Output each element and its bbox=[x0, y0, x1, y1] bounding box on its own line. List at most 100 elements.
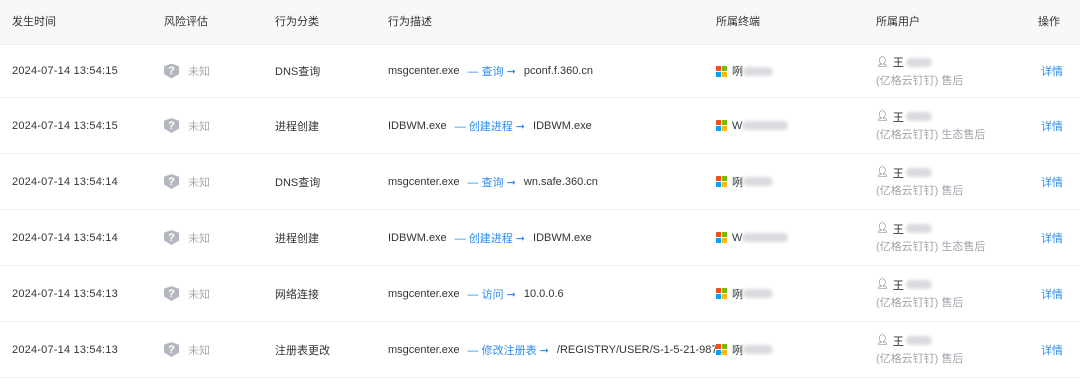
person-icon: 👤︎ bbox=[876, 56, 889, 68]
col-risk-header[interactable]: 风险评估 bbox=[164, 0, 208, 44]
row-time: 2024-07-14 13:54:14 bbox=[12, 175, 118, 188]
table-body: 2024-07-14 13:54:15 ? 未知 DNS查询 msgcenter… bbox=[0, 45, 1080, 378]
risk-assessment: ? 未知 bbox=[164, 322, 210, 377]
col-category-header[interactable]: 行为分类 bbox=[275, 0, 319, 44]
user-initial: 王 bbox=[892, 57, 904, 69]
risk-label: 未知 bbox=[188, 120, 210, 133]
terminal-cell[interactable]: 咧 bbox=[716, 154, 773, 209]
user-name-redacted bbox=[905, 168, 932, 177]
person-icon: 👤︎ bbox=[876, 223, 889, 234]
terminal-cell[interactable]: 咧 bbox=[716, 266, 773, 321]
user-name-line: 👤︎ 王 bbox=[876, 333, 932, 348]
table-row[interactable]: 2024-07-14 13:54:13 ? 未知 网络连接 msgcenter.… bbox=[0, 266, 1080, 322]
user-name-line: 👤︎ 王 bbox=[876, 109, 932, 124]
col-action-header: 操作 bbox=[1038, 16, 1060, 28]
arrow-right-icon: ➞ bbox=[512, 120, 526, 133]
behavior-category: DNS查询 bbox=[275, 66, 321, 78]
process-name: IDBWM.exe bbox=[388, 119, 447, 132]
behavior-category: 网络连接 bbox=[275, 288, 319, 301]
action-flow: — 查询 ➞ bbox=[468, 63, 516, 79]
target-name: IDBWM.exe bbox=[533, 231, 592, 244]
terminal-cell[interactable]: 咧 bbox=[716, 45, 773, 97]
behavior-table: 发生时间 风险评估 行为分类 行为描述 所属终端 所属用户 操作 2024-07… bbox=[0, 0, 1080, 378]
behavior-description: msgcenter.exe — 查询 ➞ pconf.f.360.cn bbox=[388, 45, 593, 97]
table-row[interactable]: 2024-07-14 13:54:14 ? 未知 DNS查询 msgcenter… bbox=[0, 154, 1080, 210]
process-name: msgcenter.exe bbox=[388, 343, 460, 356]
user-org: (亿格云钉钉) 售后 bbox=[876, 353, 964, 365]
detail-link[interactable]: 详情 bbox=[1041, 45, 1063, 97]
action-flow: — 访问 ➞ bbox=[468, 286, 516, 302]
terminal-name-redacted bbox=[743, 289, 773, 298]
detail-link[interactable]: 详情 bbox=[1041, 210, 1063, 265]
risk-assessment: ? 未知 bbox=[164, 266, 210, 321]
col-description-header[interactable]: 行为描述 bbox=[388, 0, 432, 44]
user-initial: 王 bbox=[892, 111, 904, 124]
risk-assessment: ? 未知 bbox=[164, 45, 210, 97]
action-label: 修改注册表 bbox=[481, 344, 537, 357]
behavior-description: msgcenter.exe — 修改注册表 ➞ /REGISTRY/USER/S… bbox=[388, 322, 727, 377]
user-initial: 王 bbox=[892, 279, 904, 292]
behavior-description: msgcenter.exe — 查询 ➞ wn.safe.360.cn bbox=[388, 154, 598, 209]
col-time-header[interactable]: 发生时间 bbox=[12, 0, 56, 44]
user-cell[interactable]: 👤︎ 王 (亿格云钉钉) 售后 bbox=[876, 45, 963, 97]
action-flow: — 修改注册表 ➞ bbox=[468, 342, 549, 358]
terminal-cell[interactable]: W bbox=[716, 210, 789, 265]
table-row[interactable]: 2024-07-14 13:54:13 ? 未知 注册表更改 msgcenter… bbox=[0, 322, 1080, 378]
table-row[interactable]: 2024-07-14 13:54:15 ? 未知 进程创建 IDBWM.exe … bbox=[0, 98, 1080, 154]
target-name: 10.0.0.6 bbox=[523, 287, 564, 300]
user-initial: 王 bbox=[892, 223, 904, 236]
user-cell[interactable]: 👤︎ 王 (亿格云钉钉) 生态售后 bbox=[876, 98, 985, 153]
arrow-right-icon: ➞ bbox=[536, 344, 549, 357]
col-terminal-header[interactable]: 所属终端 bbox=[716, 0, 760, 44]
terminal-initial: 咧 bbox=[732, 66, 743, 78]
risk-assessment: ? 未知 bbox=[164, 154, 210, 209]
user-name-line: 👤︎ 王 bbox=[876, 221, 932, 236]
col-user-header[interactable]: 所属用户 bbox=[876, 0, 920, 44]
user-name-redacted bbox=[905, 280, 932, 289]
user-cell[interactable]: 👤︎ 王 (亿格云钉钉) 售后 bbox=[876, 266, 963, 321]
user-cell[interactable]: 👤︎ 王 (亿格云钉钉) 生态售后 bbox=[876, 210, 985, 265]
process-name: msgcenter.exe bbox=[388, 65, 460, 77]
user-name-line: 👤︎ 王 bbox=[876, 277, 932, 292]
arrow-line-icon: — bbox=[467, 344, 482, 357]
arrow-line-icon: — bbox=[467, 176, 482, 189]
terminal-initial: W bbox=[732, 231, 743, 244]
behavior-category: DNS查询 bbox=[275, 176, 321, 189]
user-initial: 王 bbox=[892, 335, 904, 348]
person-icon: 👤︎ bbox=[876, 111, 889, 122]
user-name-redacted bbox=[905, 57, 932, 67]
user-name-line: 👤︎ 王 bbox=[876, 55, 932, 70]
user-org: (亿格云钉钉) 售后 bbox=[876, 297, 964, 309]
terminal-cell[interactable]: 咧 bbox=[716, 322, 773, 377]
terminal-name-redacted bbox=[742, 121, 789, 130]
row-time: 2024-07-14 13:54:14 bbox=[12, 231, 118, 244]
detail-link[interactable]: 详情 bbox=[1041, 322, 1063, 377]
detail-link[interactable]: 详情 bbox=[1041, 266, 1063, 321]
terminal-name-redacted bbox=[742, 233, 789, 242]
windows-logo-icon bbox=[716, 288, 727, 299]
user-cell[interactable]: 👤︎ 王 (亿格云钉钉) 售后 bbox=[876, 154, 963, 209]
detail-link[interactable]: 详情 bbox=[1041, 154, 1063, 209]
question-shield-icon: ? bbox=[164, 342, 179, 357]
target-name: wn.safe.360.cn bbox=[523, 175, 598, 188]
question-shield-icon: ? bbox=[164, 63, 179, 79]
table-row[interactable]: 2024-07-14 13:54:14 ? 未知 进程创建 IDBWM.exe … bbox=[0, 210, 1080, 266]
terminal-name-redacted bbox=[743, 345, 773, 354]
question-shield-icon: ? bbox=[164, 286, 179, 301]
arrow-right-icon: ➞ bbox=[503, 176, 516, 189]
target-name: IDBWM.exe bbox=[533, 119, 592, 132]
user-name-line: 👤︎ 王 bbox=[876, 165, 932, 180]
behavior-category: 进程创建 bbox=[275, 120, 319, 133]
user-cell[interactable]: 👤︎ 王 (亿格云钉钉) 售后 bbox=[876, 322, 963, 377]
terminal-initial: 咧 bbox=[732, 176, 743, 189]
row-time: 2024-07-14 13:54:15 bbox=[12, 119, 118, 132]
user-initial: 王 bbox=[892, 167, 904, 180]
action-flow: — 创建进程 ➞ bbox=[455, 230, 525, 246]
user-name-redacted bbox=[905, 112, 932, 121]
user-name-redacted bbox=[905, 336, 932, 345]
user-org: (亿格云钉钉) 生态售后 bbox=[876, 129, 986, 141]
table-row[interactable]: 2024-07-14 13:54:15 ? 未知 DNS查询 msgcenter… bbox=[0, 45, 1080, 98]
terminal-cell[interactable]: W bbox=[716, 98, 789, 153]
windows-logo-icon bbox=[716, 344, 727, 355]
detail-link[interactable]: 详情 bbox=[1041, 98, 1063, 153]
